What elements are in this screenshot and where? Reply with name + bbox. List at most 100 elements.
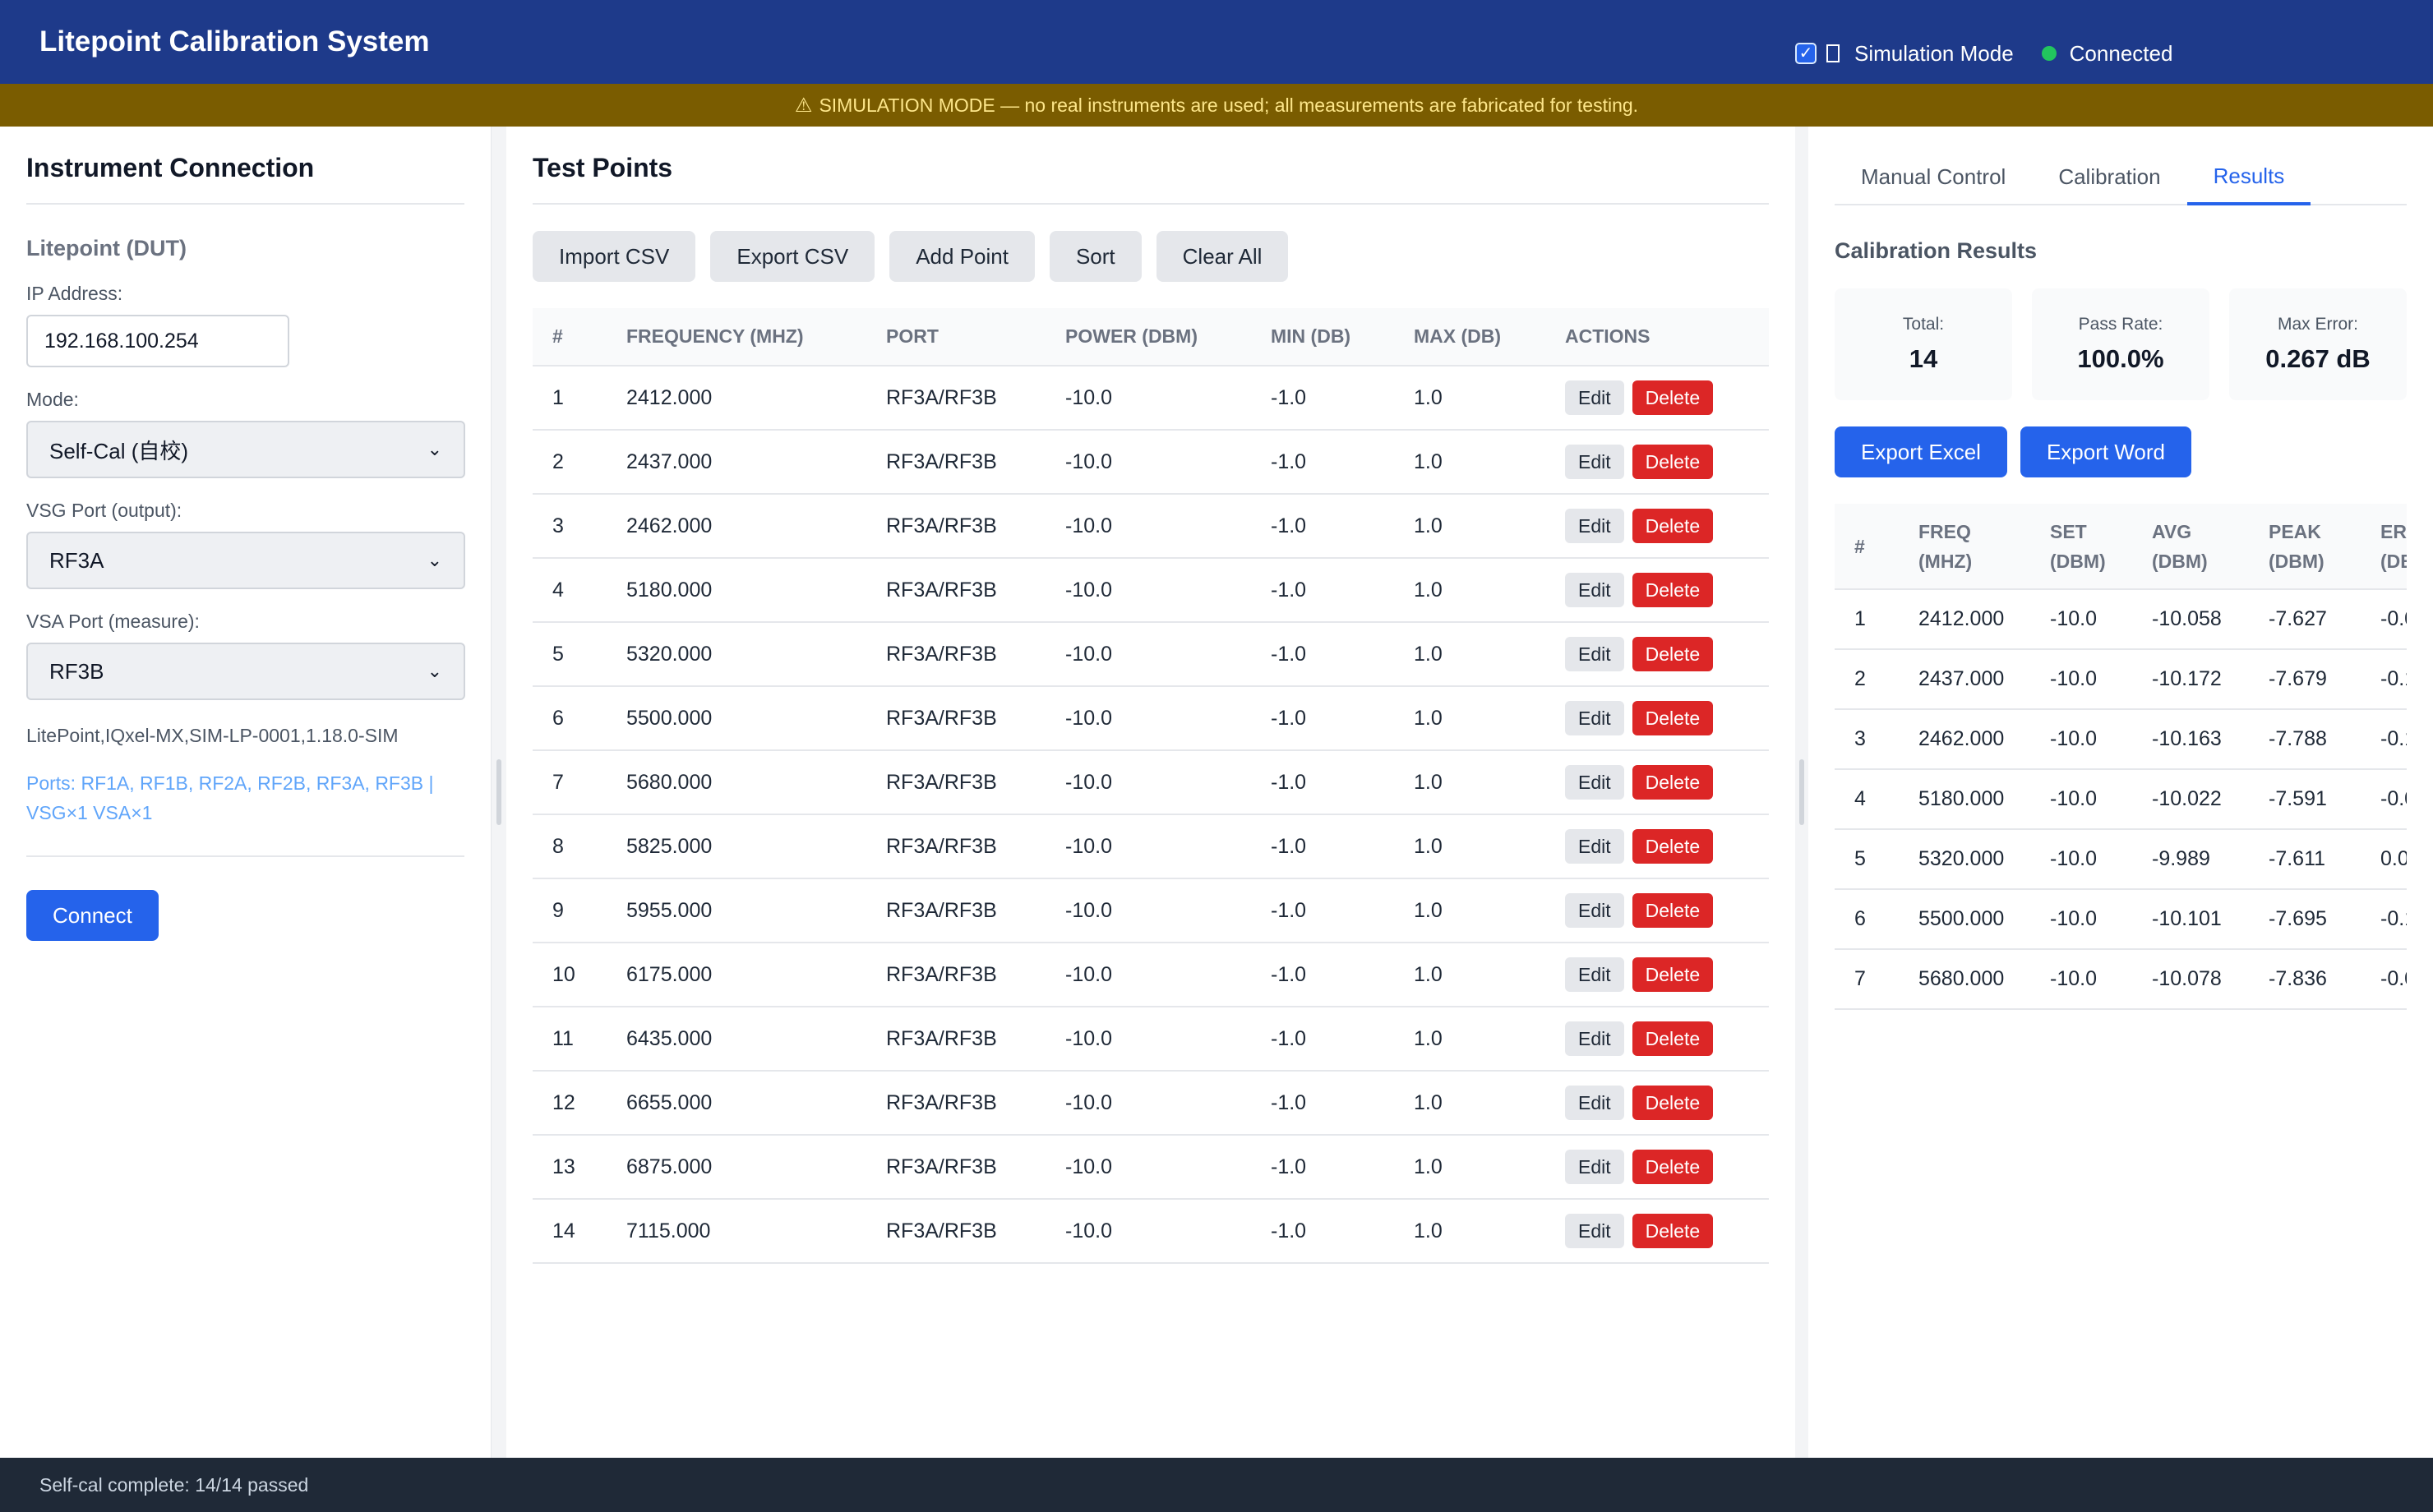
edit-button[interactable]: Edit bbox=[1565, 765, 1624, 800]
delete-button[interactable]: Delete bbox=[1632, 509, 1714, 543]
delete-button[interactable]: Delete bbox=[1632, 1086, 1714, 1120]
delete-button[interactable]: Delete bbox=[1632, 829, 1714, 864]
edit-button[interactable]: Edit bbox=[1565, 893, 1624, 928]
column-header: Port bbox=[866, 308, 1046, 366]
edit-button[interactable]: Edit bbox=[1565, 1021, 1624, 1056]
clear-all-button[interactable]: Clear All bbox=[1156, 231, 1289, 282]
min-cell: -1.0 bbox=[1251, 430, 1394, 495]
port-cell: RF3A/RF3B bbox=[866, 366, 1046, 431]
edit-button[interactable]: Edit bbox=[1565, 380, 1624, 415]
device-title: Litepoint (DUT) bbox=[26, 236, 187, 260]
edit-button[interactable]: Edit bbox=[1565, 701, 1624, 735]
error-cell: -0.163 bbox=[2361, 709, 2407, 770]
power-cell: -10.0 bbox=[1046, 622, 1251, 687]
port-cell: RF3A/RF3B bbox=[866, 430, 1046, 495]
freq-cell: 5180.000 bbox=[1899, 769, 2030, 830]
export-word-button[interactable]: Export Word bbox=[2020, 426, 2191, 477]
max-cell: 1.0 bbox=[1394, 1199, 1545, 1264]
left-resize-handle[interactable] bbox=[492, 127, 506, 1458]
power-cell: -10.0 bbox=[1046, 814, 1251, 879]
table-row: 65500.000-10.0-10.101-7.695-0.101 bbox=[1835, 889, 2407, 950]
sort-button[interactable]: Sort bbox=[1049, 231, 1142, 282]
actions-cell: Edit Delete bbox=[1545, 430, 1769, 495]
actions-cell: Edit Delete bbox=[1545, 878, 1769, 943]
tab-calibration[interactable]: Calibration bbox=[2032, 150, 2186, 204]
port-cell: RF3A/RF3B bbox=[866, 622, 1046, 687]
table-row: 14 7115.000 RF3A/RF3B -10.0 -1.0 1.0 Edit Delet… bbox=[533, 1199, 1769, 1264]
simulation-mode-checkbox[interactable]: ✓ bbox=[1795, 43, 1817, 64]
delete-button[interactable]: Delete bbox=[1632, 1214, 1714, 1248]
port-cell: RF3A/RF3B bbox=[866, 943, 1046, 1007]
min-cell: -1.0 bbox=[1251, 814, 1394, 879]
test-points-table: # Frequency (MHz) Port Power (dBm) Min (… bbox=[533, 308, 1769, 1264]
set-cell: -10.0 bbox=[2030, 709, 2132, 770]
edit-button[interactable]: Edit bbox=[1565, 1086, 1624, 1120]
column-header-line: Freq bbox=[1918, 520, 1971, 542]
edit-button[interactable]: Edit bbox=[1565, 573, 1624, 607]
edit-button[interactable]: Edit bbox=[1565, 637, 1624, 671]
right-resize-handle[interactable] bbox=[1795, 127, 1808, 1458]
power-cell: -10.0 bbox=[1046, 366, 1251, 431]
power-cell: -10.0 bbox=[1046, 558, 1251, 623]
delete-button[interactable]: Delete bbox=[1632, 701, 1714, 735]
stat-value: 0.267 dB bbox=[2265, 344, 2371, 373]
tab-manual-control[interactable]: Manual Control bbox=[1835, 150, 2032, 204]
delete-button[interactable]: Delete bbox=[1632, 445, 1714, 479]
row-index: 5 bbox=[1835, 829, 1899, 890]
simulation-mode-toggle[interactable]: ✓ Simulation Mode bbox=[1795, 41, 2014, 67]
add-point-button[interactable]: Add Point bbox=[889, 231, 1035, 282]
results-panel: Manual Control Calibration Results Calib… bbox=[1808, 127, 2433, 1458]
edit-button[interactable]: Edit bbox=[1565, 957, 1624, 992]
port-cell: RF3A/RF3B bbox=[866, 1007, 1046, 1072]
delete-button[interactable]: Delete bbox=[1632, 637, 1714, 671]
actions-cell: Edit Delete bbox=[1545, 622, 1769, 687]
power-cell: -10.0 bbox=[1046, 686, 1251, 751]
port-cell: RF3A/RF3B bbox=[866, 558, 1046, 623]
vsg-port-select[interactable]: RF3A ⌄ bbox=[26, 532, 465, 589]
mode-select[interactable]: Self-Cal (自校) ⌄ bbox=[26, 421, 465, 478]
connect-button[interactable]: Connect bbox=[26, 890, 159, 941]
ip-address-input[interactable] bbox=[26, 315, 289, 367]
column-header: # bbox=[1835, 504, 1899, 590]
delete-button[interactable]: Delete bbox=[1632, 380, 1714, 415]
results-table-scroll[interactable]: # Freq (MHz) Set (dBm) Avg (dBm) Peak (dBm) Error… bbox=[1835, 504, 2407, 1010]
max-cell: 1.0 bbox=[1394, 1007, 1545, 1072]
export-csv-button[interactable]: Export CSV bbox=[710, 231, 875, 282]
peak-cell: -7.591 bbox=[2249, 769, 2361, 830]
table-row: 2 2437.000 RF3A/RF3B -10.0 -1.0 1.0 Edit Delete bbox=[533, 430, 1769, 495]
grip-icon bbox=[1799, 759, 1804, 825]
delete-button[interactable]: Delete bbox=[1632, 765, 1714, 800]
column-header: Avg (dBm) bbox=[2132, 504, 2249, 590]
edit-button[interactable]: Edit bbox=[1565, 1150, 1624, 1184]
min-cell: -1.0 bbox=[1251, 1135, 1394, 1200]
edit-button[interactable]: Edit bbox=[1565, 1214, 1624, 1248]
stat-label: Total: bbox=[1902, 315, 1945, 334]
table-row: 13 6875.000 RF3A/RF3B -10.0 -1.0 1.0 Edit Delet… bbox=[533, 1135, 1769, 1200]
delete-button[interactable]: Delete bbox=[1632, 957, 1714, 992]
min-cell: -1.0 bbox=[1251, 366, 1394, 431]
import-csv-button[interactable]: Import CSV bbox=[533, 231, 696, 282]
edit-button[interactable]: Edit bbox=[1565, 509, 1624, 543]
table-row: 75680.000-10.0-10.078-7.836-0.078 bbox=[1835, 949, 2407, 1010]
freq-cell: 5680.000 bbox=[1899, 949, 2030, 1010]
stat-value: 100.0% bbox=[2077, 344, 2164, 373]
connection-status-text: Connected bbox=[2069, 40, 2173, 66]
delete-button[interactable]: Delete bbox=[1632, 573, 1714, 607]
vsa-port-select[interactable]: RF3B ⌄ bbox=[26, 643, 465, 700]
edit-button[interactable]: Edit bbox=[1565, 829, 1624, 864]
max-cell: 1.0 bbox=[1394, 430, 1545, 495]
export-excel-button[interactable]: Export Excel bbox=[1835, 426, 2007, 477]
row-index: 1 bbox=[533, 366, 607, 431]
frequency-cell: 6435.000 bbox=[607, 1007, 866, 1072]
min-cell: -1.0 bbox=[1251, 494, 1394, 559]
power-cell: -10.0 bbox=[1046, 1135, 1251, 1200]
tab-results[interactable]: Results bbox=[2186, 150, 2311, 205]
frequency-cell: 5500.000 bbox=[607, 686, 866, 751]
frequency-cell: 2412.000 bbox=[607, 366, 866, 431]
delete-button[interactable]: Delete bbox=[1632, 1150, 1714, 1184]
delete-button[interactable]: Delete bbox=[1632, 1021, 1714, 1056]
max-cell: 1.0 bbox=[1394, 494, 1545, 559]
delete-button[interactable]: Delete bbox=[1632, 893, 1714, 928]
edit-button[interactable]: Edit bbox=[1565, 445, 1624, 479]
actions-cell: Edit Delete bbox=[1545, 1071, 1769, 1136]
